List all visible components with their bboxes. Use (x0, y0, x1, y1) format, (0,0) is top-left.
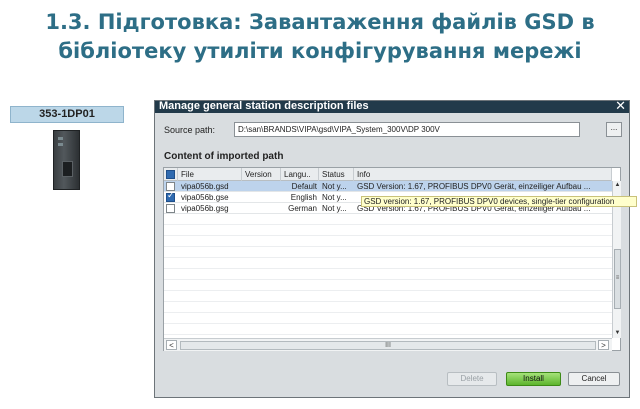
file-language: German (288, 204, 317, 213)
column-language[interactable]: Langu.. (281, 168, 319, 181)
file-name: vipa056b.gse (181, 193, 229, 202)
row-checkbox[interactable] (166, 204, 175, 213)
device-card: 353-1DP01 (10, 106, 124, 230)
column-version[interactable]: Version (242, 168, 281, 181)
dialog-title: Manage general station description files (159, 100, 369, 112)
empty-row (164, 291, 612, 302)
file-name: vipa056b.gsg (181, 204, 229, 213)
empty-row (164, 214, 612, 225)
slide-title-line-1: 1.3. Підготовка: Завантаження файлів GSD… (45, 10, 595, 34)
empty-row (164, 269, 612, 280)
file-version (242, 203, 281, 214)
delete-button[interactable]: Delete (447, 372, 497, 386)
scroll-up-icon[interactable]: ▲ (613, 181, 622, 190)
dialog-titlebar: Manage general station description files… (155, 99, 629, 113)
table-row[interactable]: vipa056b.gsd Default Not y... GSD Versio… (164, 181, 612, 192)
install-button[interactable]: Install (506, 372, 561, 386)
file-version (242, 192, 281, 203)
slide-title: 1.3. Підготовка: Завантаження файлів GSD… (0, 8, 640, 66)
file-status: Not y... (322, 204, 347, 213)
row-checkbox[interactable] (166, 182, 175, 191)
cancel-button[interactable]: Cancel (568, 372, 620, 386)
browse-button[interactable]: ... (606, 122, 622, 137)
file-status: Not y... (322, 182, 347, 191)
horizontal-scrollbar[interactable]: < III > (164, 338, 612, 351)
led-indicator (58, 137, 63, 140)
profibus-port (62, 161, 73, 177)
empty-row (164, 236, 612, 247)
device-label: 353-1DP01 (10, 106, 124, 123)
empty-row (164, 258, 612, 269)
file-status: Not y... (322, 193, 347, 202)
scroll-right-icon[interactable]: > (598, 340, 609, 350)
close-icon[interactable]: ✕ (615, 99, 626, 113)
file-info: GSD Version: 1.67, PROFIBUS DPV0 Gerät, … (357, 182, 591, 191)
column-file[interactable]: File (178, 168, 242, 181)
file-language: Default (291, 182, 317, 191)
gsd-file-table: File Version Langu.. Status Info vipa056… (163, 167, 637, 351)
row-checkbox[interactable] (166, 191, 175, 202)
empty-row (164, 225, 612, 236)
empty-row (164, 280, 612, 291)
source-path-field[interactable]: D:\san\BRANDS\VIPA\gsd\VIPA_System_300V\… (234, 122, 580, 137)
source-path-label: Source path: (164, 125, 216, 135)
file-language: English (290, 193, 317, 202)
column-info[interactable]: Info (354, 168, 612, 181)
slide-title-line-2: бібліотеку утиліти конфігурування мережі (58, 39, 582, 63)
select-all-header[interactable] (164, 168, 178, 181)
empty-row (164, 313, 612, 324)
column-status[interactable]: Status (319, 168, 354, 181)
horizontal-scroll-thumb[interactable]: III (180, 341, 596, 350)
empty-row (164, 302, 612, 313)
empty-row (164, 324, 612, 335)
file-version (242, 181, 281, 192)
select-all-checkbox[interactable] (166, 170, 175, 179)
device-module-image (53, 130, 80, 190)
vertical-scroll-thumb[interactable]: ≡ (614, 249, 621, 309)
content-section-title: Content of imported path (164, 151, 284, 162)
empty-row (164, 247, 612, 258)
info-tooltip: GSD version: 1.67, PROFIBUS DPV0 devices… (361, 196, 637, 207)
scroll-down-icon[interactable]: ▼ (613, 329, 622, 338)
table-header: File Version Langu.. Status Info (164, 168, 612, 181)
file-name: vipa056b.gsd (181, 182, 229, 191)
manage-gsd-dialog: Manage general station description files… (154, 99, 637, 398)
scroll-left-icon[interactable]: < (166, 340, 177, 350)
led-indicator (58, 143, 63, 146)
